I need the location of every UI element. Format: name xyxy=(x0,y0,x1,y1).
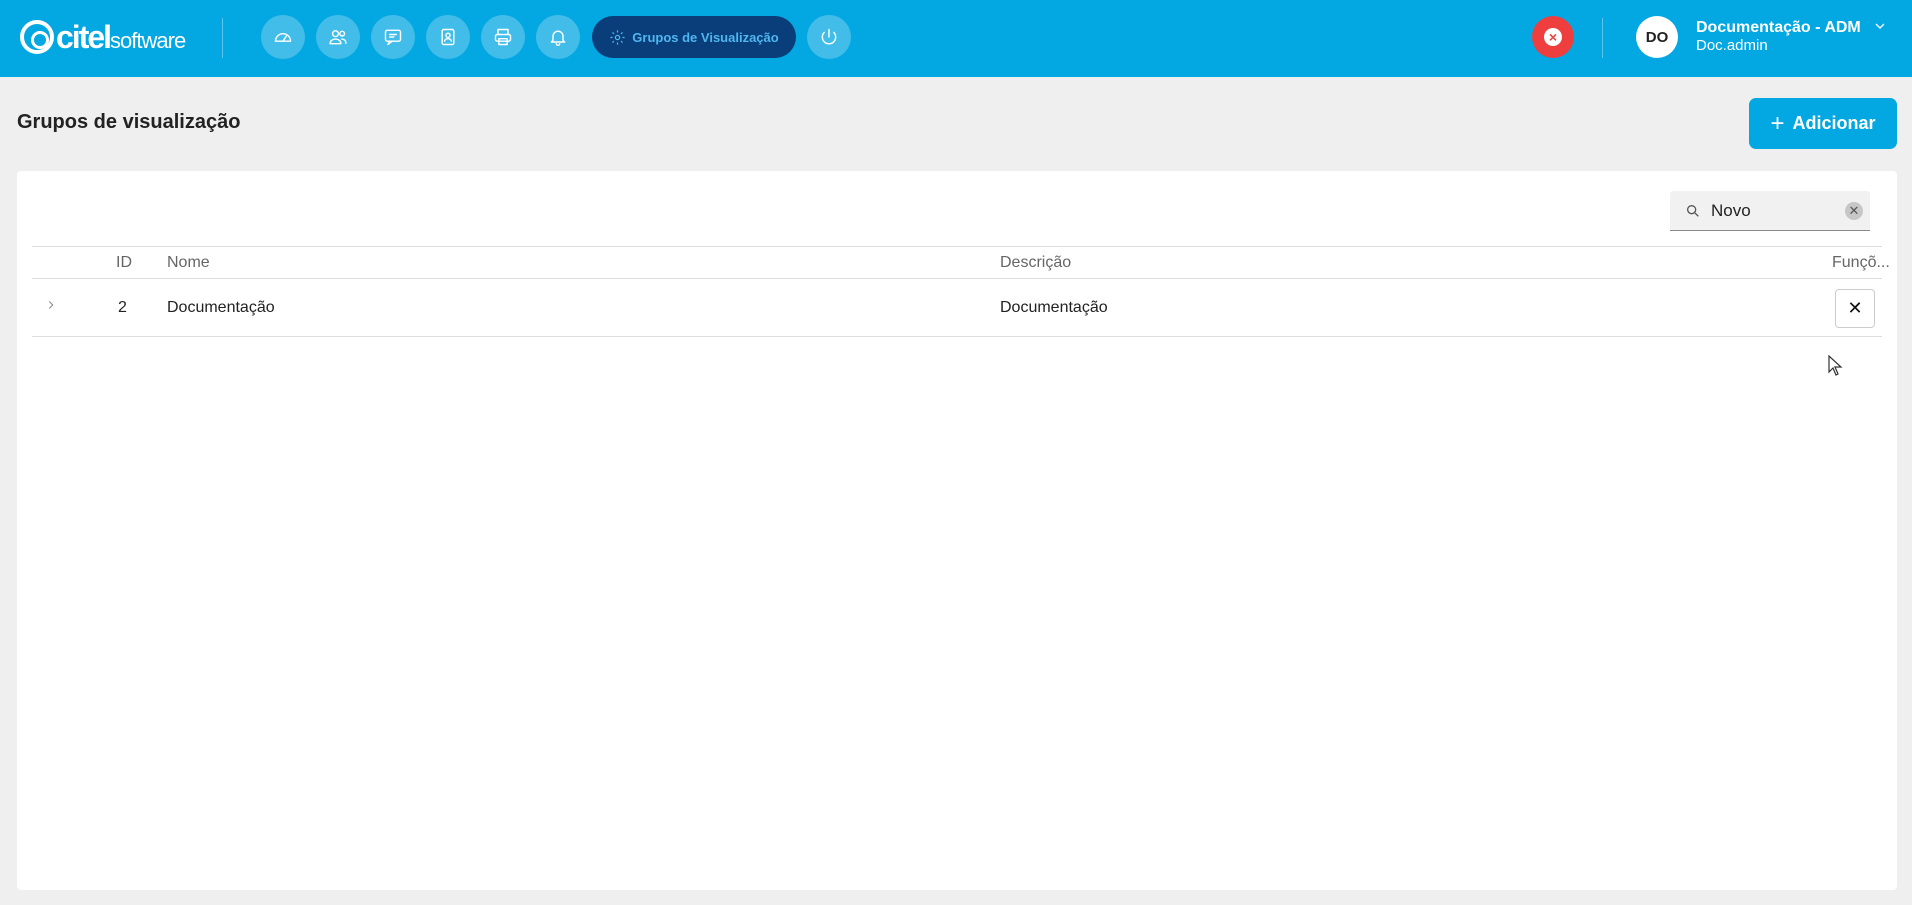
clear-search-icon[interactable]: ✕ xyxy=(1845,202,1863,220)
bell-icon xyxy=(550,30,566,46)
header-nome[interactable]: Nome xyxy=(167,254,210,272)
nav-messages-button[interactable] xyxy=(371,15,415,59)
table-header: ID Nome Descrição Funçõ... xyxy=(32,246,1890,279)
close-circle-icon: × xyxy=(1544,28,1562,46)
mouse-cursor-icon xyxy=(1828,355,1843,376)
add-button-label: Adicionar xyxy=(1792,113,1876,133)
cell-nome: Documentação xyxy=(167,299,275,316)
nav-visualization-groups-button[interactable]: Grupos de Visualização xyxy=(592,16,796,58)
content-card: ✕ ID Nome Descrição Funçõ... 2 Documenta… xyxy=(17,171,1897,890)
cell-descricao: Documentação xyxy=(1000,299,1108,316)
dashboard-icon xyxy=(274,33,292,42)
user-login: Doc.admin xyxy=(1696,37,1768,54)
delete-row-button[interactable]: ✕ xyxy=(1835,289,1875,328)
contact-icon xyxy=(441,28,455,46)
topbar-divider xyxy=(222,18,223,58)
topbar-divider-right xyxy=(1602,18,1603,58)
chevron-down-icon xyxy=(1875,23,1885,29)
user-menu-toggle[interactable] xyxy=(1872,18,1892,38)
nav-contacts-button[interactable] xyxy=(426,15,470,59)
brand-logo[interactable]: citel software xyxy=(20,18,186,56)
brand-suffix: software xyxy=(110,28,186,53)
plus-icon: + xyxy=(1770,109,1785,137)
gear-icon xyxy=(610,29,625,45)
avatar[interactable]: DO xyxy=(1636,16,1678,58)
table-row[interactable]: 2 Documentação Documentação ✕ xyxy=(32,279,1882,337)
header-id[interactable]: ID xyxy=(116,254,132,272)
chevron-right-icon xyxy=(48,301,54,309)
nav-logout-button[interactable] xyxy=(807,15,851,59)
search-input[interactable] xyxy=(1711,200,1831,221)
users-icon xyxy=(329,30,347,45)
power-icon xyxy=(821,28,837,45)
logo-swirl-icon xyxy=(20,20,54,54)
printer-icon xyxy=(494,28,512,46)
search-box[interactable]: ✕ xyxy=(1670,191,1870,231)
page-title: Grupos de visualização xyxy=(17,111,241,133)
groups-table: ID Nome Descrição Funçõ... 2 Documentaçã… xyxy=(32,246,1890,337)
close-session-button[interactable]: × xyxy=(1532,16,1574,58)
chat-icon xyxy=(384,29,402,46)
brand-name: citel xyxy=(56,18,112,55)
expand-row-toggle[interactable] xyxy=(44,298,62,316)
nav-notifications-button[interactable] xyxy=(536,15,580,59)
nav-users-button[interactable] xyxy=(316,15,360,59)
header-funcoes: Funçõ... xyxy=(1832,254,1890,271)
nav-print-button[interactable] xyxy=(481,15,525,59)
nav-dashboard-button[interactable] xyxy=(261,15,305,59)
cell-id: 2 xyxy=(118,299,127,316)
search-icon xyxy=(1687,204,1699,217)
header-descricao[interactable]: Descrição xyxy=(1000,254,1071,272)
active-nav-label: Grupos de Visualização xyxy=(632,29,779,45)
add-button[interactable]: + Adicionar xyxy=(1749,98,1897,149)
user-name: Documentação - ADM xyxy=(1696,19,1861,36)
top-bar: citel software Grupos de Visualização × … xyxy=(0,0,1912,77)
